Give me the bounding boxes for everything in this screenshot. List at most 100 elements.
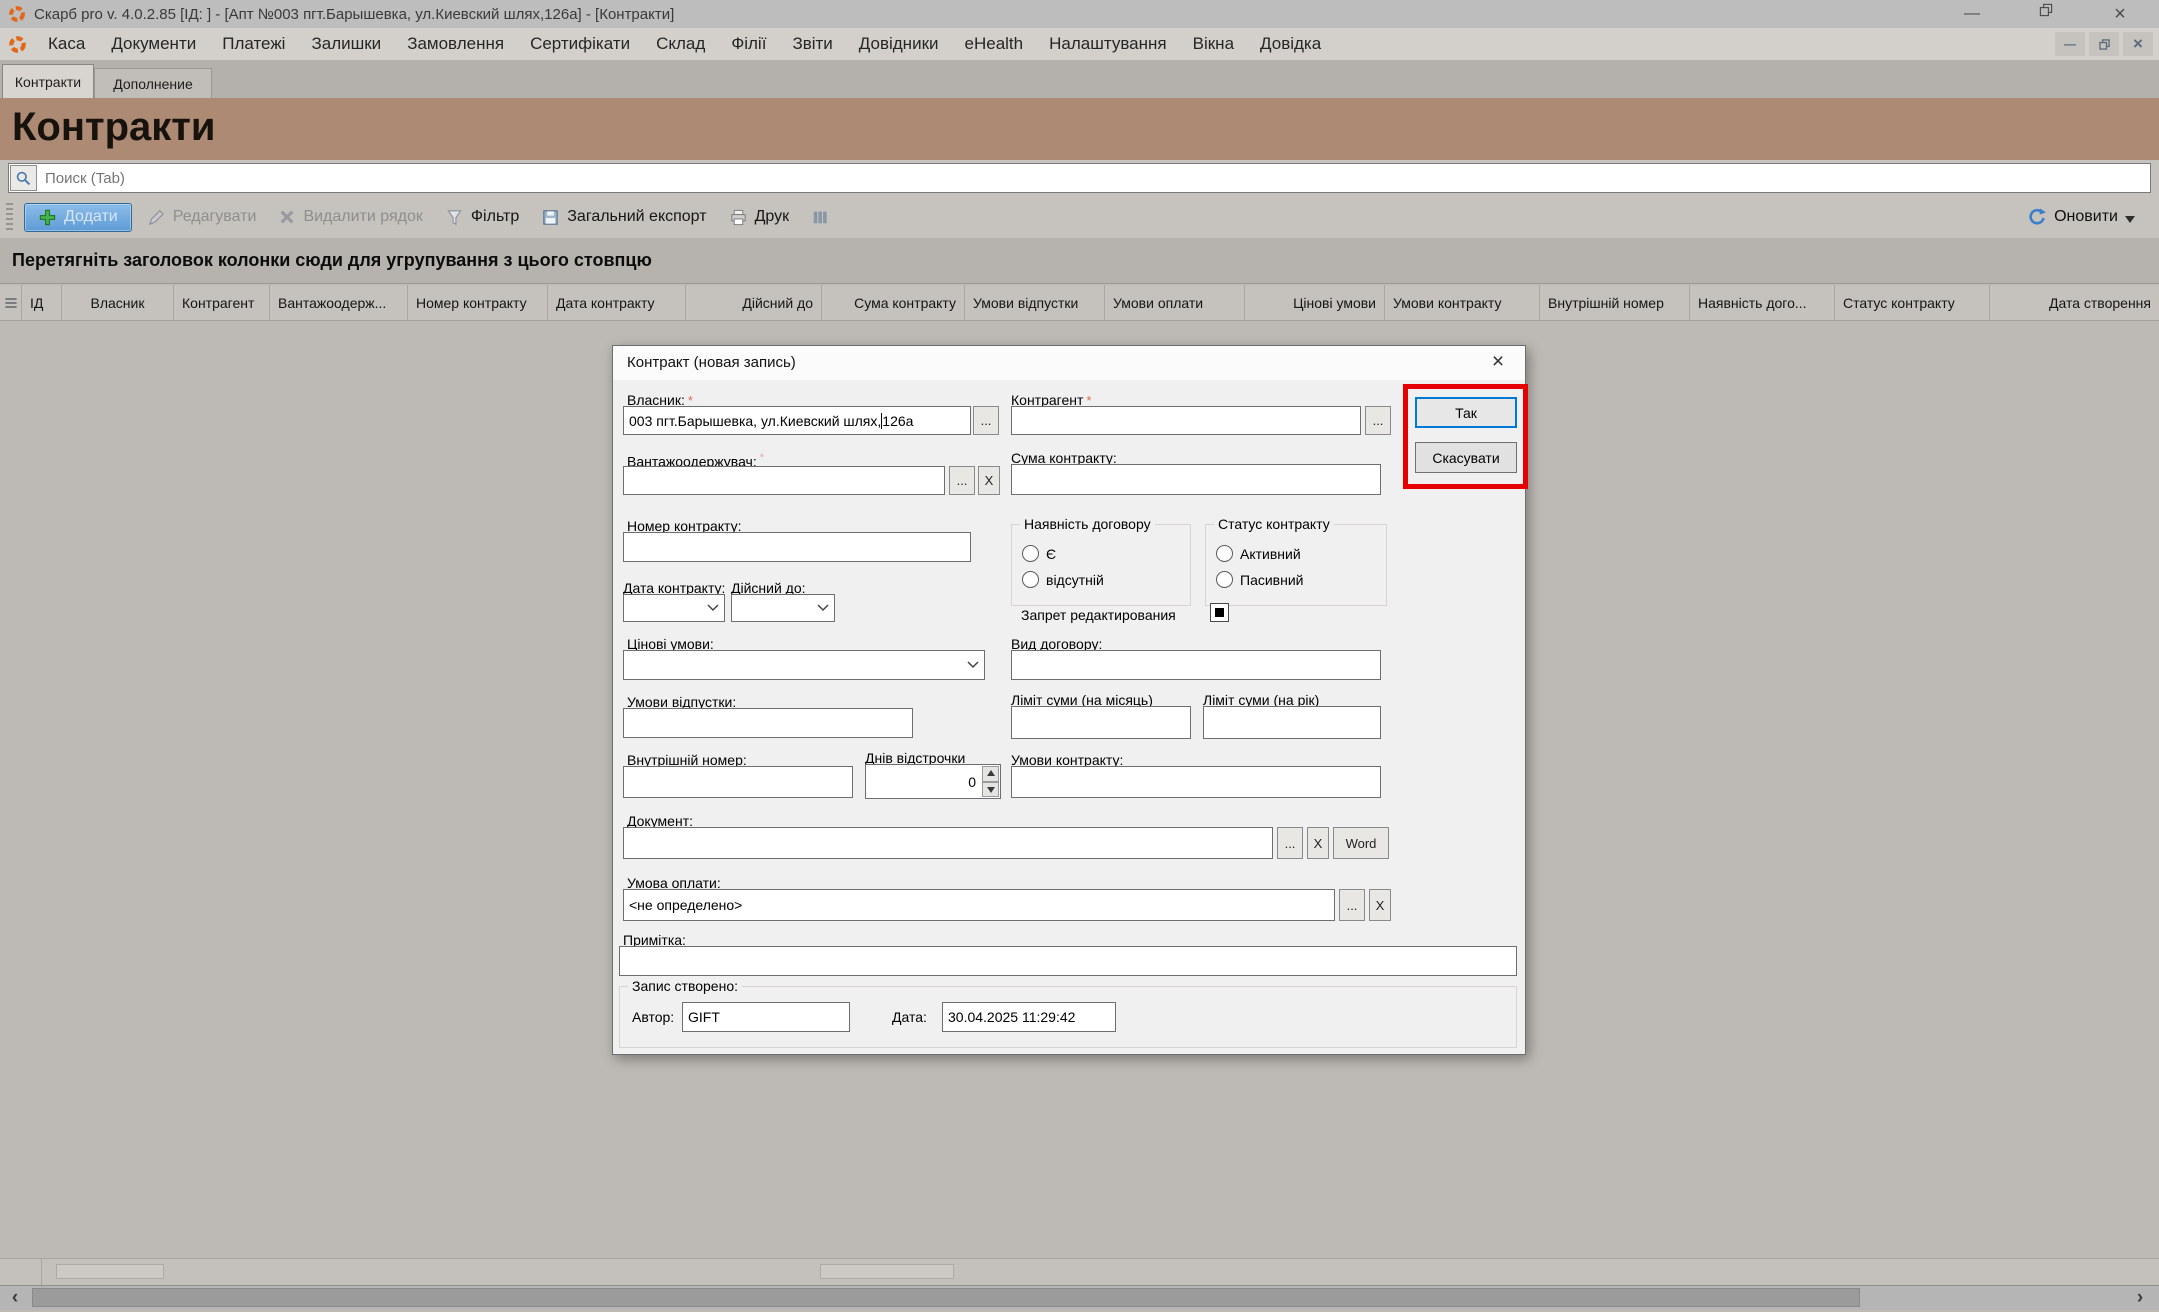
menu-item-dovidka[interactable]: Довідка — [1247, 28, 1334, 60]
column-header-contract-sum[interactable]: Сума контракту — [822, 285, 965, 320]
radio-icon[interactable] — [1216, 571, 1233, 588]
menu-item-platezhi[interactable]: Платежі — [209, 28, 298, 60]
menu-item-nalashtuvannia[interactable]: Налаштування — [1036, 28, 1180, 60]
presence-option-absent[interactable]: відсутній — [1022, 571, 1104, 588]
contract-sum-field[interactable] — [1011, 464, 1381, 495]
search-input[interactable] — [8, 163, 2151, 193]
menu-item-vikna[interactable]: Вікна — [1180, 28, 1247, 60]
add-button[interactable]: Додати — [24, 203, 132, 232]
consignee-field[interactable] — [623, 466, 945, 495]
note-field[interactable] — [619, 946, 1517, 976]
column-header-contract-number[interactable]: Номер контракту — [408, 285, 548, 320]
edit-button[interactable]: Редагувати — [140, 204, 264, 231]
valid-until-combo[interactable] — [731, 594, 835, 622]
ok-button[interactable]: Так — [1415, 397, 1517, 428]
contract-date-combo[interactable] — [623, 594, 725, 622]
column-header-valid-until[interactable]: Дійсний до — [686, 285, 822, 320]
horizontal-scrollbar[interactable]: ‹ › — [0, 1285, 2159, 1310]
edit-ban-checkbox[interactable] — [1210, 603, 1229, 622]
print-button[interactable]: Друк — [722, 204, 797, 231]
limit-month-field[interactable] — [1011, 706, 1191, 739]
created-date-field[interactable] — [942, 1002, 1116, 1032]
scroll-left-arrow[interactable]: ‹ — [0, 1286, 30, 1310]
consignee-browse-button[interactable]: ... — [949, 466, 975, 495]
menu-item-dovidnyky[interactable]: Довідники — [846, 28, 952, 60]
mdi-close-button[interactable]: × — [2123, 32, 2153, 56]
column-header-consignee[interactable]: Вантажоодерж... — [270, 285, 408, 320]
menu-item-dokumenty[interactable]: Документи — [98, 28, 209, 60]
funnel-icon — [445, 208, 464, 227]
column-header-owner[interactable]: Власник — [62, 285, 174, 320]
spinner-down-button[interactable] — [982, 782, 999, 798]
mdi-minimize-button[interactable]: — — [2055, 32, 2085, 56]
column-header-contract-date[interactable]: Дата контракту — [548, 285, 686, 320]
payment-term-field[interactable] — [623, 889, 1335, 921]
window-close-button[interactable]: × — [2107, 1, 2133, 27]
filter-button[interactable]: Фільтр — [438, 204, 526, 231]
agreement-kind-field[interactable] — [1011, 650, 1381, 680]
columns-button[interactable] — [804, 204, 836, 230]
author-field[interactable] — [682, 1002, 850, 1032]
column-header-contragent[interactable]: Контрагент — [174, 285, 270, 320]
refresh-button[interactable]: Оновити — [2027, 206, 2135, 228]
column-header-payment-terms[interactable]: Умови оплати — [1105, 285, 1245, 320]
refresh-dropdown-arrow-icon[interactable] — [2125, 216, 2135, 228]
radio-icon[interactable] — [1022, 545, 1039, 562]
scroll-right-arrow[interactable]: › — [2125, 1286, 2155, 1310]
column-header-created-date[interactable]: Дата створення — [1990, 285, 2159, 320]
owner-browse-button[interactable]: ... — [973, 406, 999, 435]
column-header-internal-number[interactable]: Внутрішній номер — [1540, 285, 1690, 320]
status-option-passive[interactable]: Пасивний — [1216, 571, 1303, 588]
document-clear-button[interactable]: X — [1307, 827, 1329, 859]
column-header-dispense-terms[interactable]: Умови відпустки — [965, 285, 1105, 320]
contract-number-field[interactable] — [623, 532, 971, 562]
contract-terms-field[interactable] — [1011, 766, 1381, 798]
consignee-clear-button[interactable]: X — [978, 466, 1000, 495]
owner-field[interactable]: 003 пгт.Барышевка, ул.Киевский шлях,126а — [623, 406, 971, 435]
radio-icon[interactable] — [1022, 571, 1039, 588]
menu-item-zalyshky[interactable]: Залишки — [298, 28, 394, 60]
price-terms-combo[interactable] — [623, 650, 985, 680]
window-minimize-button[interactable]: — — [1959, 1, 1985, 27]
delete-row-button[interactable]: Видалити рядок — [271, 204, 429, 230]
menu-item-ehealth[interactable]: eHealth — [952, 28, 1037, 60]
menu-item-filii[interactable]: Філії — [718, 28, 779, 60]
spinner-up-button[interactable] — [982, 766, 999, 782]
document-field[interactable] — [623, 827, 1273, 859]
menu-item-zvity[interactable]: Звіти — [779, 28, 845, 60]
document-browse-button[interactable]: ... — [1277, 827, 1303, 859]
menu-item-sertyfikaty[interactable]: Сертифікати — [517, 28, 643, 60]
limit-year-field[interactable] — [1203, 706, 1381, 739]
radio-icon[interactable] — [1216, 545, 1233, 562]
column-header-price-terms[interactable]: Цінові умови — [1245, 285, 1385, 320]
column-header-agreement-presence[interactable]: Наявність дого... — [1690, 285, 1835, 320]
tab-addition[interactable]: Дополнение — [94, 68, 212, 98]
row-selector-icon[interactable] — [0, 285, 22, 320]
contragent-browse-button[interactable]: ... — [1365, 406, 1391, 435]
menu-item-kasa[interactable]: Каса — [35, 28, 98, 60]
deferral-days-spinner[interactable]: 0 — [865, 764, 1001, 799]
status-option-active[interactable]: Активний — [1216, 545, 1301, 562]
menu-item-zamovlennia[interactable]: Замовлення — [394, 28, 517, 60]
cancel-button[interactable]: Скасувати — [1415, 442, 1517, 473]
payment-term-browse-button[interactable]: ... — [1339, 889, 1365, 921]
menu-item-sklad[interactable]: Склад — [643, 28, 718, 60]
dispense-terms-field[interactable] — [623, 708, 913, 738]
window-restore-button[interactable] — [2033, 1, 2059, 27]
column-header-contract-terms[interactable]: Умови контракту — [1385, 285, 1540, 320]
toolbar-drag-handle[interactable] — [6, 203, 13, 231]
column-header-id[interactable]: ІД — [22, 285, 62, 320]
document-word-button[interactable]: Word — [1333, 827, 1389, 859]
pencil-icon — [147, 208, 166, 227]
export-button[interactable]: Загальний експорт — [534, 204, 713, 231]
contragent-field[interactable] — [1011, 406, 1361, 435]
column-header-contract-status[interactable]: Статус контракту — [1835, 285, 1990, 320]
presence-option-yes[interactable]: Є — [1022, 545, 1056, 562]
search-button[interactable] — [10, 165, 37, 191]
dialog-close-icon[interactable]: × — [1485, 350, 1511, 374]
internal-number-field[interactable] — [623, 766, 853, 798]
mdi-restore-button[interactable] — [2089, 32, 2119, 56]
payment-term-clear-button[interactable]: X — [1369, 889, 1391, 921]
scrollbar-thumb[interactable] — [32, 1288, 1860, 1307]
tab-contracts[interactable]: Контракти — [2, 64, 94, 98]
